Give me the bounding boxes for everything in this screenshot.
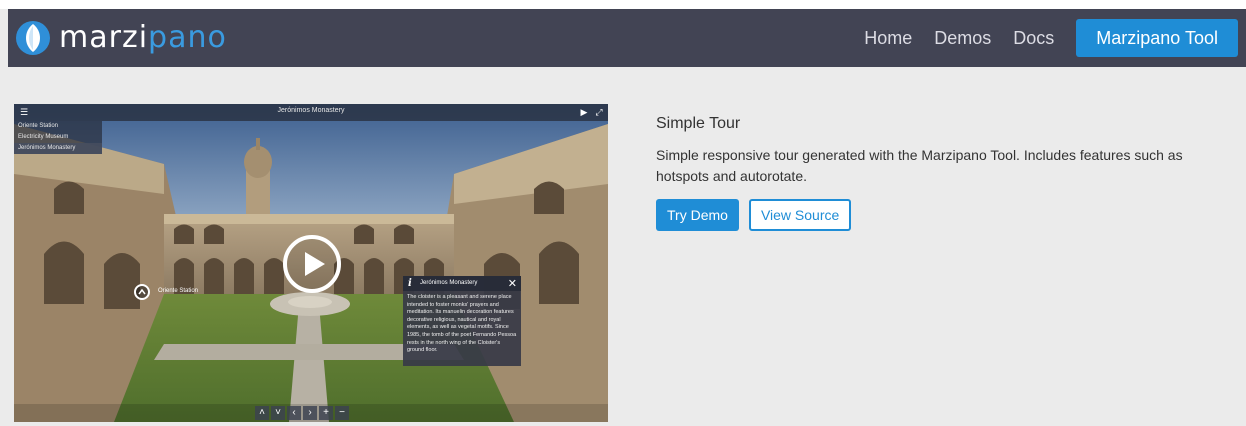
- main-nav: Home Demos Docs Marzipano Tool: [864, 9, 1246, 67]
- demo-title: Simple Tour: [656, 115, 741, 132]
- chevron-up-icon: [138, 288, 146, 295]
- scene-list-item[interactable]: Electricity Museum: [14, 132, 102, 143]
- info-hotspot-text: The cloister is a pleasant and serene pl…: [407, 294, 517, 354]
- view-up-icon[interactable]: ˄: [255, 406, 269, 420]
- demo-description: Simple Tour Simple responsive tour gener…: [656, 114, 1236, 231]
- view-down-icon[interactable]: ˅: [271, 406, 285, 420]
- demo-actions: Try Demo View Source: [656, 199, 1236, 231]
- nav-home-link[interactable]: Home: [864, 28, 912, 49]
- autorotate-toggle-icon[interactable]: ▶: [578, 106, 590, 118]
- viewer-title-bar: ☰ Jerónimos Monastery ▶ ⤢: [14, 104, 608, 121]
- view-controls: ˄ ˅ ‹ › + −: [255, 406, 351, 420]
- view-left-icon[interactable]: ‹: [287, 406, 301, 420]
- zoom-in-icon[interactable]: +: [319, 406, 333, 420]
- view-source-button[interactable]: View Source: [748, 199, 852, 231]
- nav-demos-link[interactable]: Demos: [934, 28, 991, 49]
- play-icon: [305, 252, 325, 276]
- brand[interactable]: marzipano: [15, 19, 227, 57]
- info-hotspot-header: i Jerónimos Monastery ✕: [403, 276, 521, 291]
- play-button[interactable]: [283, 235, 341, 293]
- try-demo-button[interactable]: Try Demo: [656, 199, 739, 231]
- nav-marzipano-tool-button[interactable]: Marzipano Tool: [1076, 19, 1238, 57]
- marzipano-logo-icon: [16, 21, 50, 55]
- link-hotspot[interactable]: [134, 284, 150, 300]
- viewer-scene-title: Jerónimos Monastery: [277, 107, 345, 114]
- link-hotspot-label: Oriente Station: [158, 288, 199, 294]
- info-hotspot-title: Jerónimos Monastery: [420, 280, 478, 286]
- zoom-out-icon[interactable]: −: [335, 406, 349, 420]
- view-right-icon[interactable]: ›: [303, 406, 317, 420]
- info-hotspot: i Jerónimos Monastery ✕ The cloister is …: [403, 276, 521, 366]
- panorama-viewer[interactable]: ☰ Jerónimos Monastery ▶ ⤢ Oriente Statio…: [14, 104, 608, 422]
- navbar: marzipano Home Demos Docs Marzipano Tool: [8, 9, 1246, 67]
- scene-list-item-active[interactable]: Jerónimos Monastery: [14, 143, 102, 154]
- close-icon[interactable]: ✕: [508, 277, 517, 290]
- fullscreen-toggle-icon[interactable]: ⤢: [593, 106, 605, 118]
- info-icon: i: [408, 278, 412, 289]
- brand-name-part2: pano: [148, 20, 227, 55]
- brand-name-part1: marzi: [59, 20, 149, 55]
- top-strip: [0, 0, 1246, 9]
- nav-docs-link[interactable]: Docs: [1013, 28, 1054, 49]
- scene-list-item[interactable]: Oriente Station: [14, 121, 102, 132]
- demo-text: Simple responsive tour generated with th…: [656, 147, 1183, 184]
- brand-name: marzipano: [59, 19, 227, 57]
- scene-list: Oriente Station Electricity Museum Jerón…: [14, 121, 102, 154]
